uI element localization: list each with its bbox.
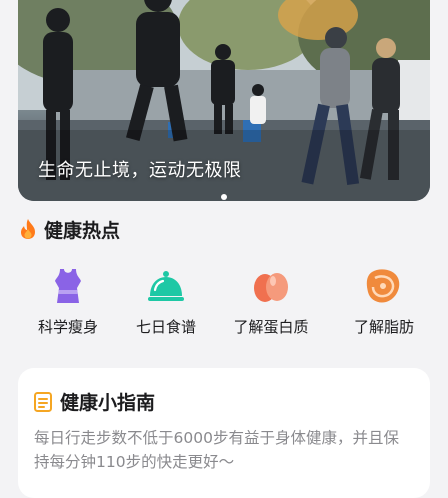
health-hot-header: 健康热点 [18,216,120,242]
quick-item-label: 科学瘦身 [37,318,98,336]
section-title: 健康热点 [44,219,121,242]
hero-banner[interactable]: 生命无止境，运动无极限 [18,0,430,201]
health-guide-card[interactable]: 健康小指南 每日行走步数不低于6000步有益于身体健康，并且保持每分钟110步的… [18,368,430,498]
guide-title: 健康小指南 [60,392,156,414]
quick-item-recipe[interactable]: 七日食谱 [116,262,216,337]
quick-item-protein[interactable]: 了解蛋白质 [221,262,321,337]
pagination-dot[interactable] [221,194,227,200]
guide-header: 健康小指南 [34,388,155,415]
document-icon [34,391,52,412]
tank-top-icon [55,269,81,303]
quick-item-slimming[interactable]: 科学瘦身 [18,262,118,337]
health-hot-list: 科学瘦身 七日食谱 了解蛋白质 了解脂肪 [18,262,430,342]
quick-item-label: 了解脂肪 [353,318,414,336]
guide-text: 每日行走步数不低于6000步有益于身体健康，并且保持每分钟110步的快走更好～ [34,429,399,471]
banner-caption: 生命无止境，运动无极限 [38,160,242,181]
meat-icon [366,269,400,303]
quick-item-label: 七日食谱 [135,318,196,336]
eggs-icon [254,273,288,302]
banner-pagination [18,185,430,201]
food-cloche-icon [148,271,184,301]
quick-item-label: 了解蛋白质 [233,318,309,336]
flame-icon [21,219,35,239]
quick-item-fat[interactable]: 了解脂肪 [334,262,434,337]
